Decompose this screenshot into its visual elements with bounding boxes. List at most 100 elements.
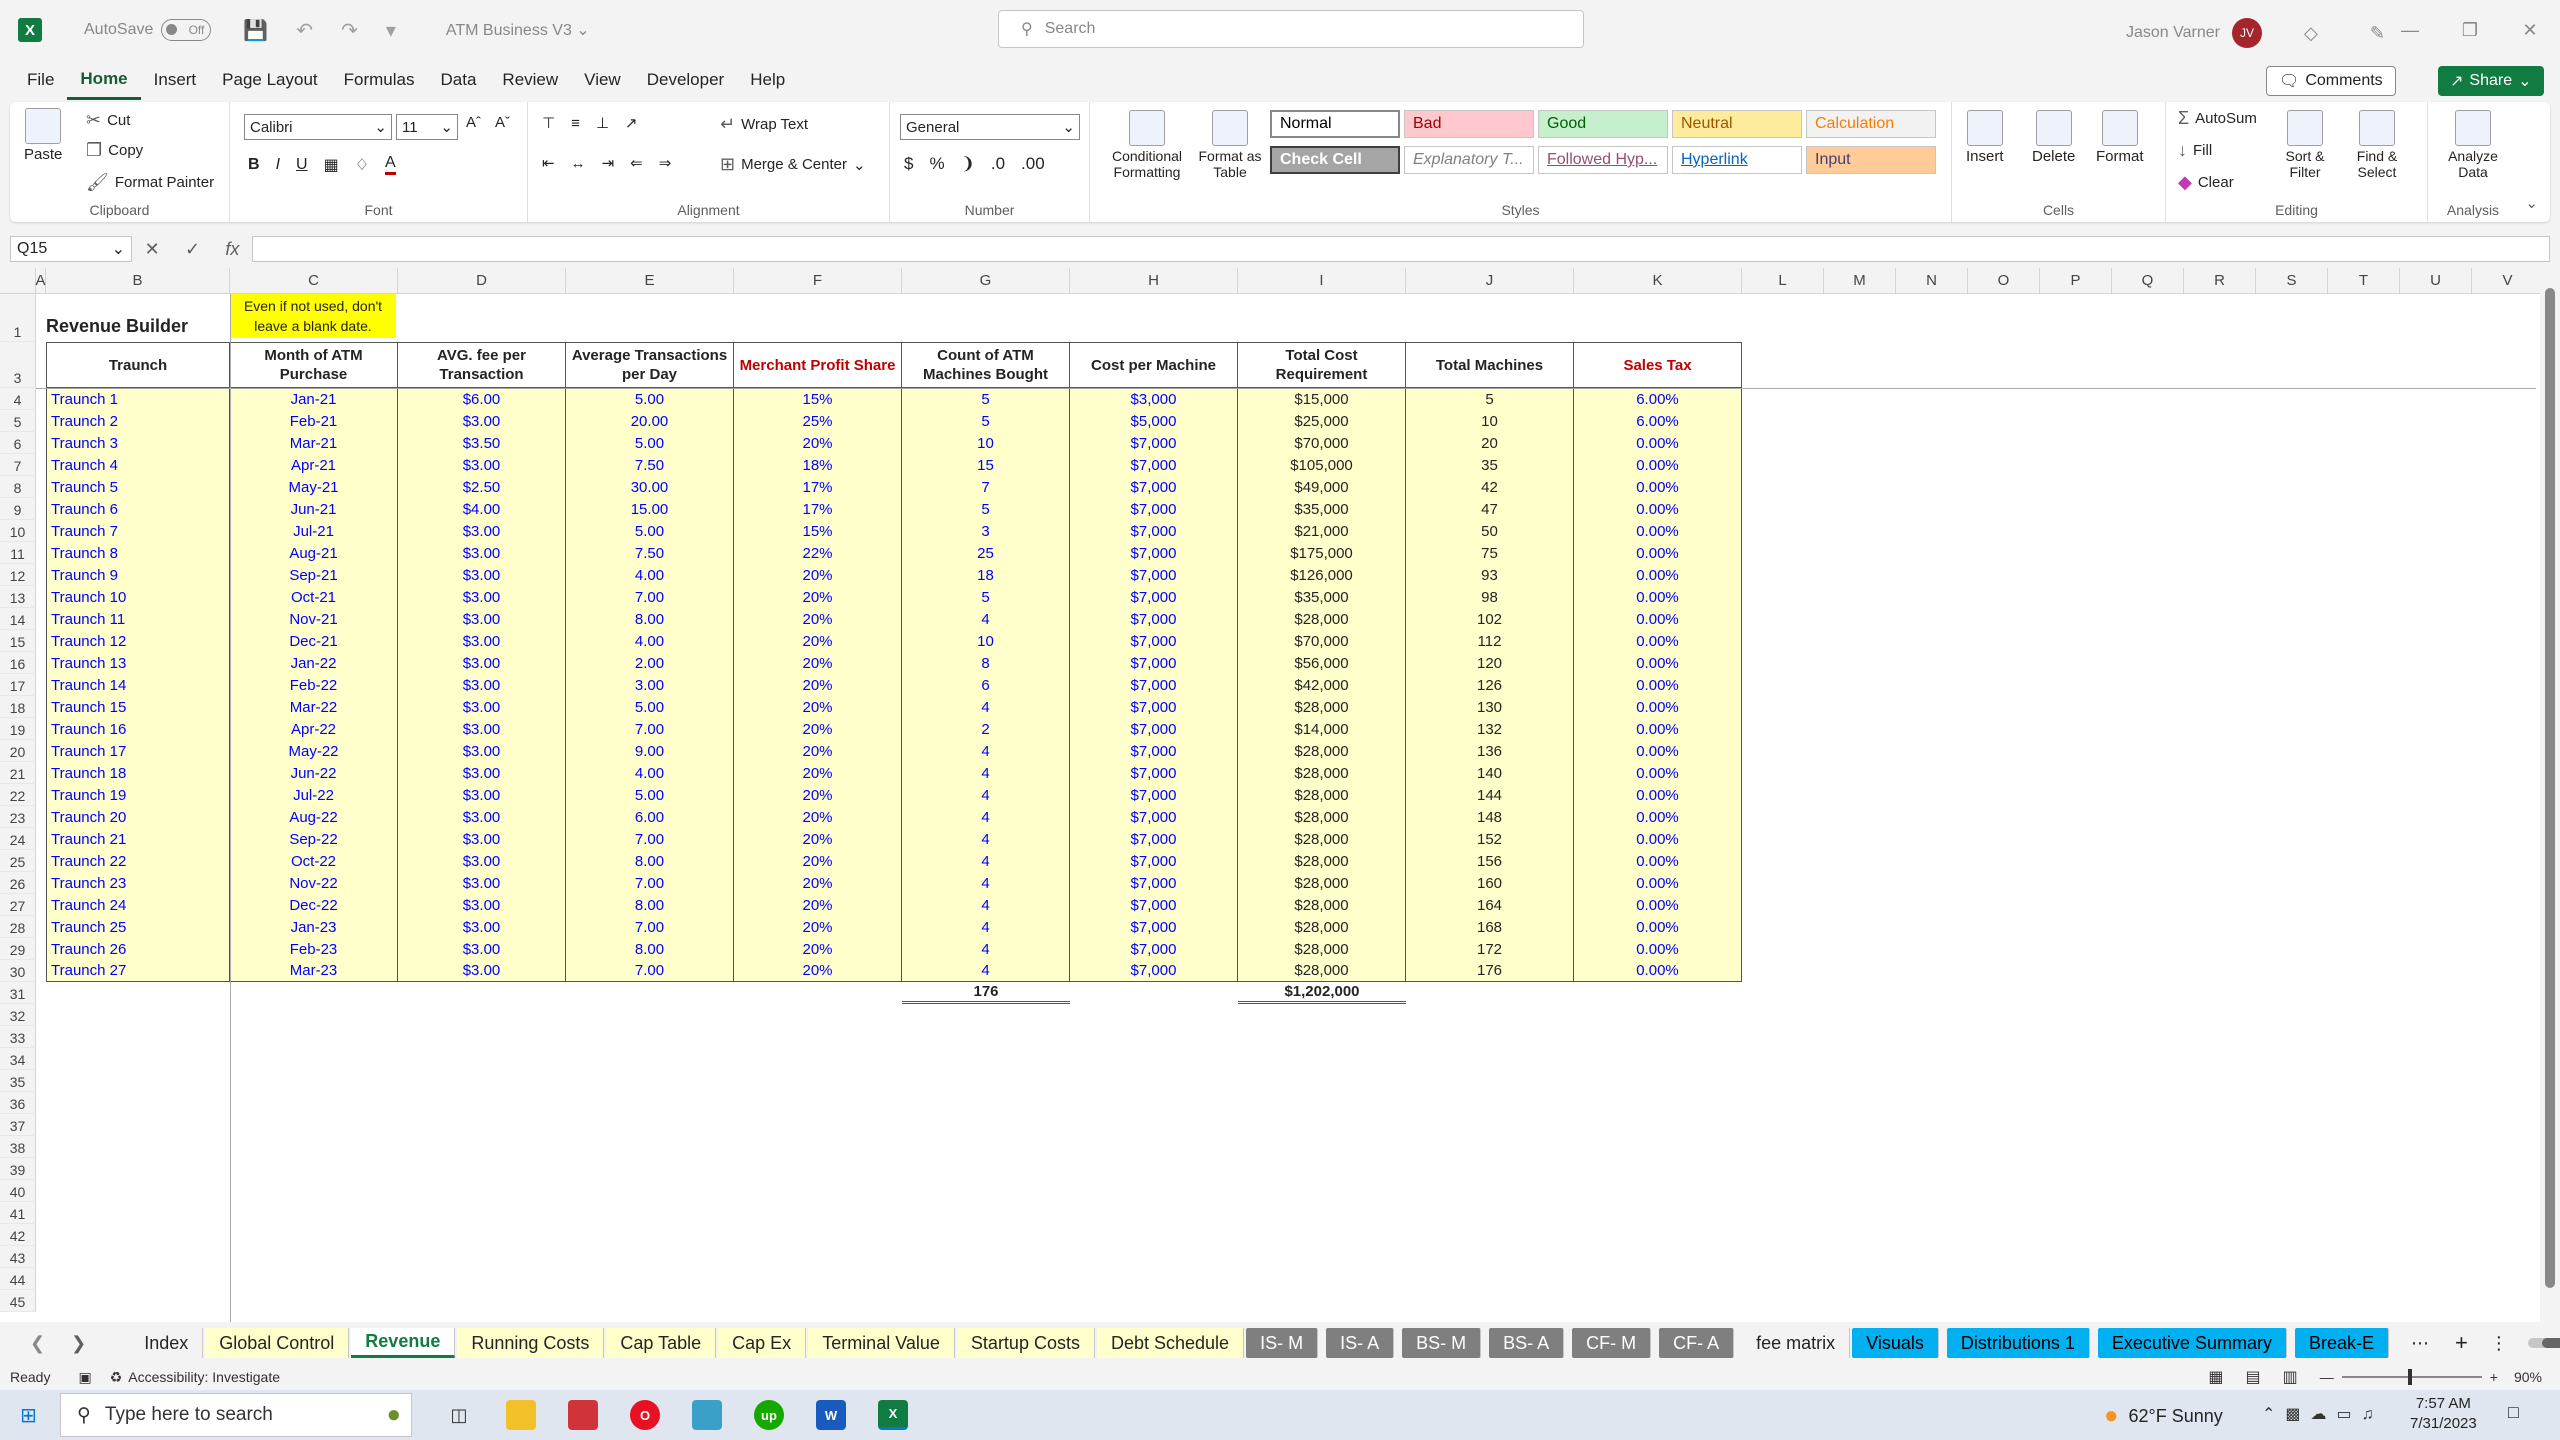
table-cell[interactable]: $7,000 [1070, 828, 1238, 850]
row-header-33[interactable]: 33 [0, 1026, 36, 1048]
table-cell[interactable]: 6.00% [1574, 388, 1742, 410]
table-cell[interactable]: Jun-22 [230, 762, 398, 784]
table-cell[interactable]: 9.00 [566, 740, 734, 762]
column-header-a[interactable]: A [36, 268, 46, 294]
column-header-v[interactable]: V [2472, 268, 2544, 294]
table-cell[interactable]: 5.00 [566, 520, 734, 542]
sheet-tab-cap-ex[interactable]: Cap Ex [718, 1328, 807, 1358]
table-cell[interactable]: 18 [902, 564, 1070, 586]
table-cell[interactable]: 35 [1406, 454, 1574, 476]
table-cell[interactable]: 20% [734, 850, 902, 872]
table-cell[interactable]: 4 [902, 894, 1070, 916]
windows-start-icon[interactable]: ⊞ [20, 1403, 37, 1428]
decrease-indent-icon[interactable]: ⇐ [630, 154, 643, 172]
table-cell[interactable]: 4 [902, 784, 1070, 806]
table-cell[interactable]: 4 [902, 806, 1070, 828]
table-cell[interactable]: $7,000 [1070, 960, 1238, 982]
insert-function-button[interactable]: fx [225, 239, 239, 260]
sheet-tab-startup-costs[interactable]: Startup Costs [956, 1328, 1095, 1358]
table-cell[interactable]: Traunch 20 [46, 806, 230, 828]
row-header-30[interactable]: 30 [0, 960, 36, 982]
table-cell[interactable]: 4.00 [566, 762, 734, 784]
table-cell[interactable]: $42,000 [1238, 674, 1406, 696]
table-cell[interactable]: 0.00% [1574, 476, 1742, 498]
row-header-23[interactable]: 23 [0, 806, 36, 828]
table-cell[interactable]: Traunch 6 [46, 498, 230, 520]
table-cell[interactable]: $7,000 [1070, 850, 1238, 872]
row-header-15[interactable]: 15 [0, 630, 36, 652]
table-cell[interactable]: Jul-22 [230, 784, 398, 806]
row-header-44[interactable]: 44 [0, 1268, 36, 1290]
row-header-37[interactable]: 37 [0, 1114, 36, 1136]
table-cell[interactable]: $28,000 [1238, 850, 1406, 872]
table-cell[interactable]: $3.00 [398, 696, 566, 718]
row-header-6[interactable]: 6 [0, 432, 36, 454]
table-cell[interactable]: 7.00 [566, 586, 734, 608]
row-header-8[interactable]: 8 [0, 476, 36, 498]
table-cell[interactable]: 4 [902, 850, 1070, 872]
menu-tab-view[interactable]: View [571, 60, 634, 100]
table-cell[interactable]: Traunch 24 [46, 894, 230, 916]
table-cell[interactable]: Traunch 25 [46, 916, 230, 938]
word-icon[interactable]: W [816, 1400, 846, 1430]
font-color-icon[interactable]: A [385, 154, 396, 175]
align-left-icon[interactable]: ⇤ [542, 154, 555, 172]
row-header-1[interactable]: 1 [0, 294, 36, 342]
table-cell[interactable]: Feb-21 [230, 410, 398, 432]
total-cost-cell[interactable]: $1,202,000 [1238, 982, 1406, 1004]
table-cell[interactable]: $3.00 [398, 960, 566, 982]
table-cell[interactable]: $28,000 [1238, 916, 1406, 938]
table-cell[interactable]: $14,000 [1238, 718, 1406, 740]
cell-style-normal[interactable]: Normal [1270, 110, 1400, 138]
table-cell[interactable]: 126 [1406, 674, 1574, 696]
italic-button[interactable]: I [276, 156, 280, 174]
table-cell[interactable]: 0.00% [1574, 828, 1742, 850]
increase-decimal-icon[interactable]: .0 [991, 154, 1005, 174]
excel-taskbar-icon[interactable]: X [878, 1400, 908, 1430]
table-cell[interactable]: 7.00 [566, 828, 734, 850]
table-cell[interactable]: $28,000 [1238, 872, 1406, 894]
row-header-42[interactable]: 42 [0, 1224, 36, 1246]
copy-button[interactable]: ❐ Copy [86, 140, 143, 161]
more-tabs-icon[interactable]: ⋯ [2411, 1333, 2429, 1354]
table-cell[interactable]: $28,000 [1238, 828, 1406, 850]
table-cell[interactable]: 7.00 [566, 718, 734, 740]
increase-font-icon[interactable]: Aˆ [466, 114, 481, 131]
table-cell[interactable]: 6 [902, 674, 1070, 696]
table-cell[interactable]: 98 [1406, 586, 1574, 608]
column-header-d[interactable]: D [398, 268, 566, 294]
comments-button[interactable]: 🗨 Comments [2266, 66, 2396, 96]
table-cell[interactable]: $3.00 [398, 630, 566, 652]
table-cell[interactable]: 10 [902, 630, 1070, 652]
table-cell[interactable]: 0.00% [1574, 718, 1742, 740]
undo-icon[interactable]: ↶ [296, 18, 313, 43]
table-cell[interactable]: 7.50 [566, 454, 734, 476]
column-header-p[interactable]: P [2040, 268, 2112, 294]
table-cell[interactable]: 4.00 [566, 564, 734, 586]
table-cell[interactable]: 20% [734, 894, 902, 916]
table-cell[interactable]: Traunch 17 [46, 740, 230, 762]
clock[interactable]: 7:57 AM 7/31/2023 [2410, 1394, 2477, 1434]
align-top-icon[interactable]: ⊤ [542, 114, 555, 132]
table-cell[interactable]: $3.50 [398, 432, 566, 454]
row-header-26[interactable]: 26 [0, 872, 36, 894]
sheet-tab-is-m[interactable]: IS- M [1246, 1328, 1319, 1358]
cut-button[interactable]: ✂ Cut [86, 110, 130, 131]
table-cell[interactable]: Traunch 14 [46, 674, 230, 696]
column-header-c[interactable]: C [230, 268, 398, 294]
comma-icon[interactable]: ❩ [961, 154, 975, 174]
font-name-select[interactable]: Calibri ⌄ [244, 114, 392, 140]
number-format-select[interactable]: General ⌄ [900, 114, 1080, 140]
table-cell[interactable]: 130 [1406, 696, 1574, 718]
table-cell[interactable]: $7,000 [1070, 586, 1238, 608]
table-cell[interactable]: 93 [1406, 564, 1574, 586]
table-cell[interactable]: 156 [1406, 850, 1574, 872]
table-cell[interactable]: 5.00 [566, 432, 734, 454]
sheet-tab-cap-table[interactable]: Cap Table [606, 1328, 717, 1358]
menu-tab-review[interactable]: Review [489, 60, 571, 100]
table-cell[interactable]: $70,000 [1238, 432, 1406, 454]
table-cell[interactable]: 0.00% [1574, 498, 1742, 520]
table-cell[interactable]: 140 [1406, 762, 1574, 784]
column-header-m[interactable]: M [1824, 268, 1896, 294]
taskbar-search[interactable]: ⚲ Type here to search ● [60, 1393, 412, 1437]
